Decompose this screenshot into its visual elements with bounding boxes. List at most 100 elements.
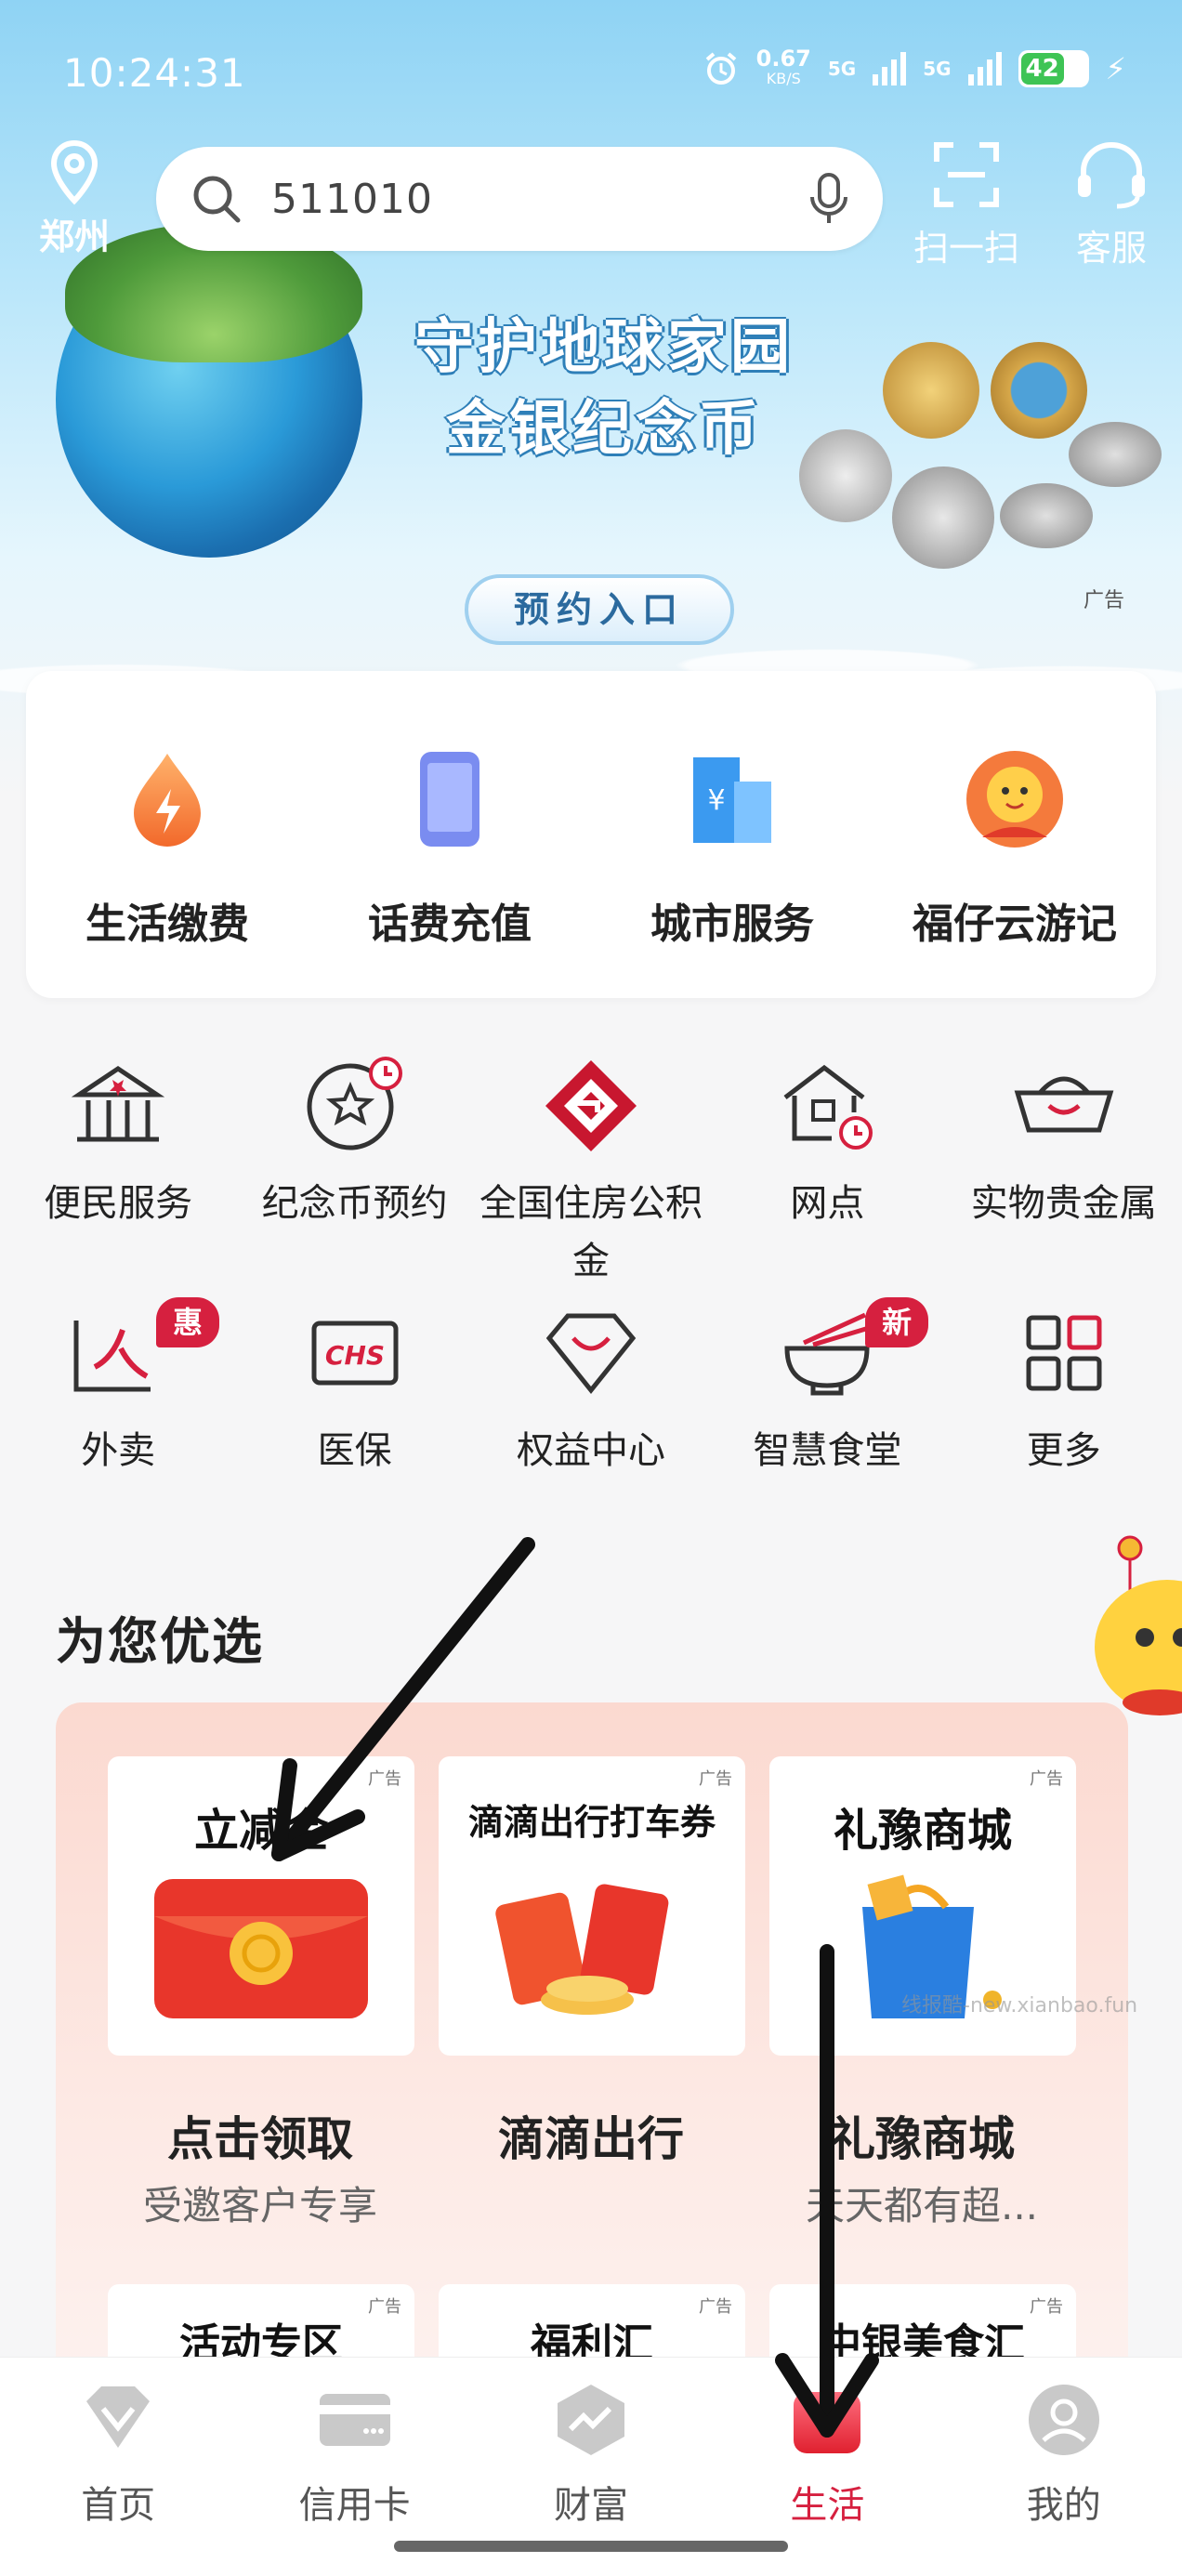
grid-item-delivery[interactable]: 惠 外卖: [0, 1297, 236, 1479]
recommend-title[interactable]: 礼豫商城: [755, 2102, 1089, 2169]
coin-image: [799, 429, 892, 522]
quick-item-label: 生活缴费: [85, 900, 249, 948]
card-title: 礼豫商城: [833, 1805, 1012, 1857]
watermark: 线报酷-new.xianbao.fun: [901, 1994, 1138, 2017]
tab-label: 生活: [790, 2484, 865, 2527]
ad-tag: 广告: [1030, 1769, 1063, 1789]
branch-icon: [771, 1050, 883, 1162]
coupon-envelopes-image: [476, 1860, 708, 2028]
recommend-subtitle: 天天都有超...: [805, 2183, 1039, 2228]
recommend-title[interactable]: 滴滴出行: [424, 2102, 758, 2169]
battery-icon: 42: [1018, 50, 1089, 87]
grid-item-precious-metal[interactable]: 实物贵金属: [946, 1050, 1182, 1290]
card-title: 立减金: [193, 1805, 328, 1857]
life-icon: [785, 2378, 869, 2462]
scan-button[interactable]: 扫一扫: [901, 139, 1031, 270]
recommend-card[interactable]: 广告 滴滴出行打车券: [439, 1756, 745, 2056]
grid-item-convenience[interactable]: 便民服务: [0, 1050, 236, 1290]
reserve-button[interactable]: 预约入口: [465, 574, 734, 645]
svg-text:CHS: CHS: [325, 1340, 385, 1371]
quick-item-phone-recharge[interactable]: 话费充值: [315, 743, 584, 950]
home-icon: [76, 2378, 160, 2462]
grid-item-label: 医保: [317, 1429, 392, 1472]
recommend-card[interactable]: 广告 立减金: [108, 1756, 414, 2056]
banner-title-line1: 守护地球家园: [414, 313, 794, 382]
search-input[interactable]: 511010: [271, 176, 808, 223]
tab-label: 首页: [81, 2484, 156, 2527]
coin-image: [1069, 422, 1162, 487]
grid-item-branch[interactable]: 网点: [709, 1050, 945, 1290]
recommend-subtitle: 受邀客户专享: [142, 2183, 377, 2228]
grid-item-medical-insurance[interactable]: CHS 医保: [236, 1297, 472, 1479]
building-icon: [62, 1050, 174, 1162]
quick-services-card: 生活缴费 话费充值 ¥ 城市服务 福仔云游记: [26, 671, 1156, 998]
quick-item-bill-payment[interactable]: 生活缴费: [33, 743, 302, 950]
scan-label: 扫一扫: [913, 228, 1019, 269]
red-envelope-image: [145, 1860, 377, 2028]
ad-tag: 广告: [699, 1769, 732, 1789]
signal-icon: [967, 52, 1002, 85]
city-service-icon: ¥: [676, 743, 788, 855]
customer-service-button[interactable]: 客服: [1046, 139, 1176, 270]
ad-tag: 广告: [1084, 589, 1125, 612]
quick-item-mascot-journey[interactable]: 福仔云游记: [880, 743, 1149, 950]
housing-fund-icon: [535, 1050, 647, 1162]
search-icon: [193, 176, 241, 223]
tab-profile[interactable]: 我的: [946, 2358, 1182, 2576]
card-title: 滴滴出行打车券: [467, 1802, 716, 1843]
scan-icon: [934, 142, 999, 207]
grid-item-label: 便民服务: [44, 1182, 193, 1225]
grid-item-label: 网点: [790, 1182, 865, 1225]
grid-item-benefit-center[interactable]: 权益中心: [473, 1297, 709, 1479]
grid-item-more[interactable]: 更多: [946, 1297, 1182, 1479]
location-label: 郑州: [38, 217, 110, 257]
ad-tag: 广告: [368, 1769, 401, 1789]
quick-item-label: 话费充值: [368, 900, 532, 948]
grid-item-coin-reservation[interactable]: 纪念币预约: [236, 1050, 472, 1290]
tab-label: 财富: [553, 2484, 628, 2527]
tab-home[interactable]: 首页: [0, 2358, 236, 2576]
signal-icon: [873, 52, 907, 85]
wealth-icon: [549, 2378, 633, 2462]
ad-tag: 广告: [368, 2297, 401, 2317]
ad-tag: 广告: [699, 2297, 732, 2317]
grid-row: 便民服务 纪念币预约 全国住房公积金 网点 实物贵金属: [0, 1050, 1182, 1290]
phone-recharge-icon: [394, 743, 506, 855]
credit-card-icon: [313, 2378, 397, 2462]
quick-item-label: 福仔云游记: [913, 900, 1117, 948]
new-badge: 新: [865, 1297, 929, 1347]
medical-insurance-icon: CHS: [299, 1297, 411, 1409]
svg-text:¥: ¥: [707, 784, 725, 817]
status-bar: 10:24:31 0.67 KB/S 5G 5G 42 ⚡: [0, 0, 1182, 149]
service-label: 客服: [1075, 228, 1147, 269]
bill-payment-icon: [112, 743, 223, 855]
gold-ingot-icon: [1008, 1050, 1120, 1162]
search-bar[interactable]: 511010: [156, 147, 883, 251]
coin-clock-icon: [299, 1050, 411, 1162]
grid-item-label: 智慧食堂: [753, 1429, 902, 1472]
recommend-title[interactable]: 点击领取: [93, 2102, 427, 2169]
quick-item-label: 城市服务: [650, 900, 814, 948]
quick-item-city-service[interactable]: ¥ 城市服务: [598, 743, 867, 950]
recommend-panel: 广告 立减金 点击领取 受邀客户专享 广告 滴滴出行打车券 滴滴出行 广告 礼豫…: [56, 1702, 1128, 2396]
coin-image: [1000, 483, 1093, 548]
location-selector[interactable]: 郑州: [28, 139, 121, 259]
headset-icon: [1078, 141, 1145, 209]
section-title: 为您优选: [56, 1612, 264, 1671]
grid-item-label: 实物贵金属: [970, 1182, 1157, 1225]
signal-2-label: 5G: [923, 58, 952, 80]
grid-item-label: 更多: [1026, 1429, 1101, 1472]
banner-title[interactable]: 守护地球家园 金银纪念币: [409, 307, 799, 470]
microphone-icon[interactable]: [808, 171, 849, 227]
home-indicator[interactable]: [394, 2541, 788, 2552]
location-pin-icon: [50, 139, 98, 205]
clock: 10:24:31: [63, 50, 246, 96]
coin-image: [883, 342, 979, 439]
grid-item-canteen[interactable]: 新 智慧食堂: [709, 1297, 945, 1479]
signal-1-label: 5G: [827, 58, 857, 80]
grid-item-housing-fund[interactable]: 全国住房公积金: [473, 1050, 709, 1290]
alarm-icon: [705, 52, 736, 85]
charging-icon: ⚡: [1105, 51, 1126, 86]
coin-image: [991, 342, 1087, 439]
banner-title-line2: 金银纪念币: [446, 395, 762, 464]
